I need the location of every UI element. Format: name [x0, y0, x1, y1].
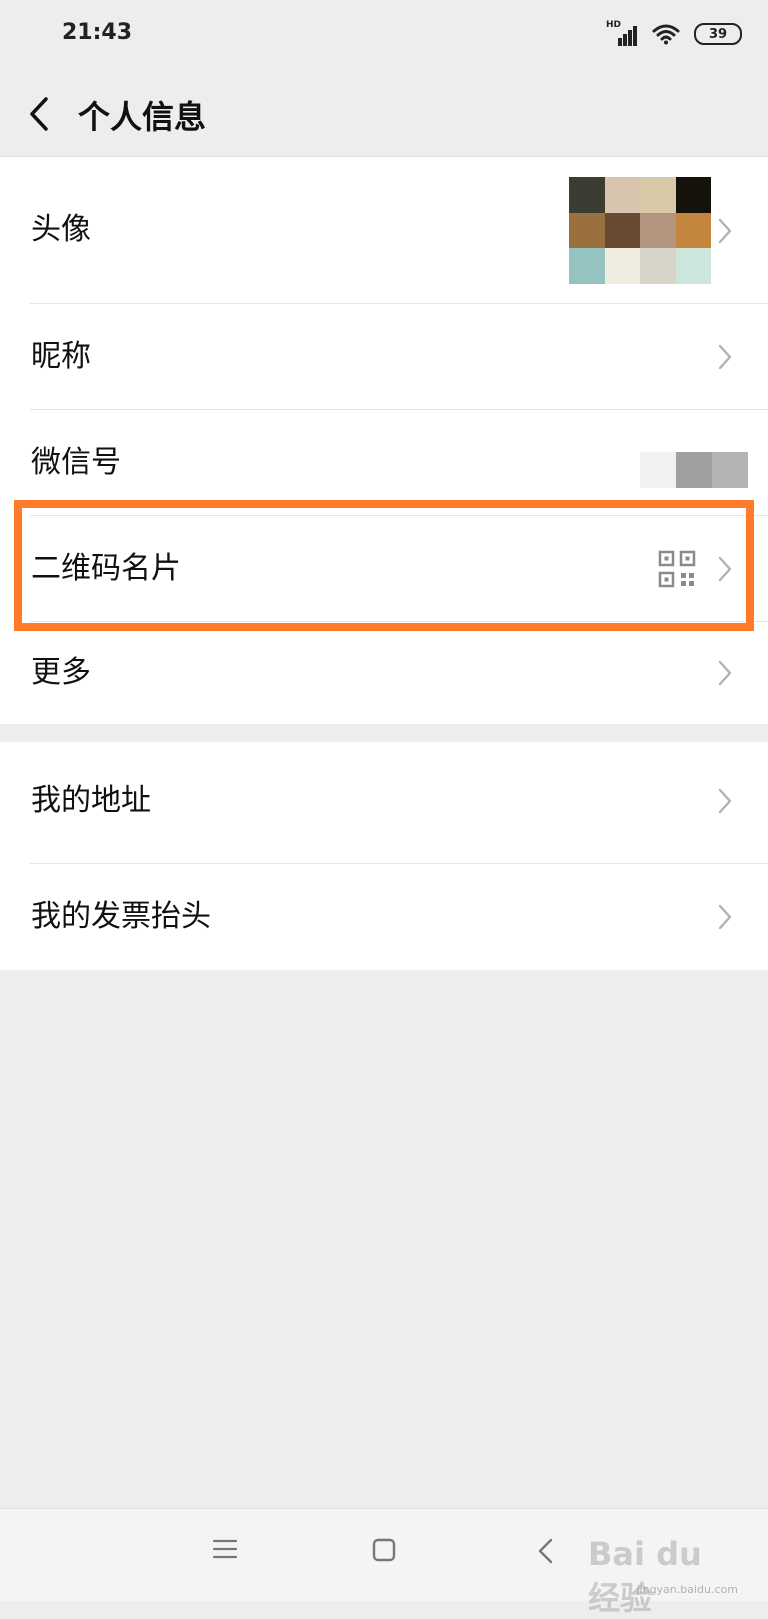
chevron-right-icon	[718, 344, 732, 370]
avatar	[569, 177, 711, 284]
menu-icon[interactable]	[212, 1537, 238, 1561]
avatar-tile	[604, 212, 640, 249]
nickname-row[interactable]: 昵称	[0, 304, 768, 410]
avatar-tile	[604, 177, 640, 213]
home-square-icon[interactable]	[371, 1537, 397, 1563]
baidu-jingyan-watermark: Bai du 经验 jingyan.baidu.com	[588, 1527, 748, 1617]
wechat-id-label: 微信号	[31, 445, 121, 480]
status-time: 21:43	[62, 20, 133, 45]
avatar-tile	[569, 177, 605, 213]
avatar-tile	[640, 248, 676, 284]
wifi-icon	[652, 24, 680, 45]
avatar-tile	[569, 212, 605, 249]
avatar-tile	[569, 248, 605, 284]
wechat-id-value-blurred	[640, 452, 748, 488]
more-row[interactable]: 更多	[0, 622, 768, 724]
chevron-right-icon	[718, 218, 732, 244]
address-label: 我的地址	[31, 783, 151, 818]
status-bar: 21:43 HD 39	[0, 0, 768, 72]
avatar-tile	[604, 248, 640, 284]
page-title: 个人信息	[78, 98, 207, 136]
system-navigation-bar: Bai du 经验 jingyan.baidu.com	[0, 1508, 768, 1617]
avatar-label: 头像	[31, 212, 91, 247]
address-row[interactable]: 我的地址	[0, 742, 768, 864]
more-label: 更多	[31, 655, 91, 690]
profile-settings-group: 头像 昵称 微信号 二维码名片 更多	[0, 157, 768, 724]
watermark-url: jingyan.baidu.com	[636, 1583, 738, 1596]
qr-code-label: 二维码名片	[31, 551, 181, 586]
address-settings-group: 我的地址 我的发票抬头	[0, 742, 768, 970]
chevron-right-icon	[718, 660, 732, 686]
wechat-id-row[interactable]: 微信号	[0, 410, 768, 516]
battery-level: 39	[708, 26, 728, 42]
qr-code-row[interactable]: 二维码名片	[0, 516, 768, 622]
avatar-tile	[640, 212, 676, 249]
network-type-label: HD	[606, 20, 622, 30]
nickname-label: 昵称	[31, 339, 91, 374]
invoice-title-row[interactable]: 我的发票抬头	[0, 864, 768, 970]
avatar-tile	[675, 212, 711, 249]
watermark-text: Bai du 经验	[588, 1535, 702, 1617]
title-bar: 个人信息	[0, 72, 768, 157]
battery-icon: 39	[694, 23, 742, 45]
qr-code-icon	[658, 550, 696, 588]
chevron-right-icon	[718, 788, 732, 814]
invoice-title-label: 我的发票抬头	[31, 899, 211, 934]
chevron-left-icon[interactable]	[26, 94, 54, 134]
avatar-tile	[640, 177, 676, 213]
signal-icon: HD	[606, 20, 638, 46]
status-icons: HD 39	[606, 20, 742, 46]
back-triangle-icon[interactable]	[536, 1537, 556, 1565]
avatar-row[interactable]: 头像	[0, 157, 768, 304]
chevron-right-icon	[718, 556, 732, 582]
chevron-right-icon	[718, 904, 732, 930]
avatar-tile	[675, 177, 711, 213]
avatar-tile	[675, 248, 711, 284]
